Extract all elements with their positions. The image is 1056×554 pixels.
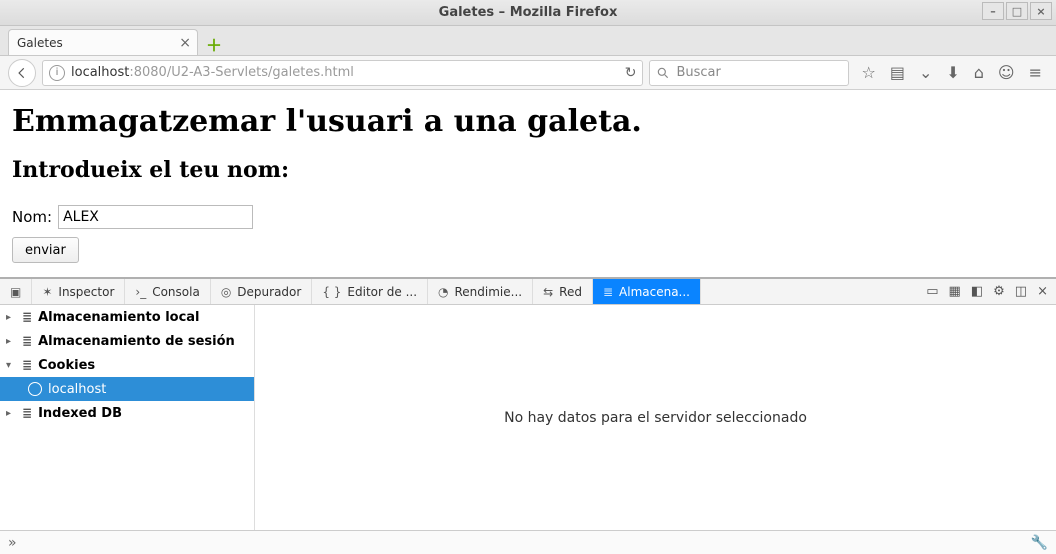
database-icon: ≣: [22, 406, 32, 420]
arrow-left-icon: [15, 66, 29, 80]
globe-icon: [28, 382, 42, 396]
toolbar-icons: ☆ ▤ ⌄ ⬇ ⌂ ☺ ≡: [855, 63, 1048, 82]
responsive-icon[interactable]: ▭: [926, 284, 938, 299]
caret-right-icon: ▸: [6, 408, 16, 419]
devtools-tab-almacena[interactable]: ≣Almacena...: [593, 279, 701, 304]
performance-icon: ◔: [438, 285, 448, 299]
nom-input[interactable]: [58, 205, 253, 229]
tree-local-storage[interactable]: ▸≣Almacenamiento local: [0, 305, 254, 329]
url-text: localhost:8080/U2-A3-Servlets/galetes.ht…: [71, 65, 354, 80]
inspector-icon: ✶: [42, 285, 52, 299]
devtools-footer: » 🔧: [0, 530, 1056, 554]
minimize-button[interactable]: –: [982, 2, 1004, 20]
tree-session-storage[interactable]: ▸≣Almacenamiento de sesión: [0, 329, 254, 353]
database-icon: ≣: [22, 310, 32, 324]
nom-label: Nom:: [12, 208, 52, 226]
home-icon[interactable]: ⌂: [974, 63, 984, 82]
caret-right-icon: ▸: [6, 336, 16, 347]
back-button[interactable]: [8, 59, 36, 87]
toolbox-options-icon[interactable]: 🔧: [1031, 535, 1048, 551]
console-icon: ›_: [135, 285, 146, 299]
library-icon[interactable]: ▤: [890, 63, 905, 82]
storage-main: No hay datos para el servidor selecciona…: [255, 305, 1056, 530]
sidepanel-icon[interactable]: ▦: [949, 284, 961, 299]
console-expand-icon[interactable]: »: [8, 535, 17, 551]
menu-icon[interactable]: ≡: [1029, 63, 1042, 82]
search-bar[interactable]: Buscar: [649, 60, 849, 86]
search-placeholder: Buscar: [676, 65, 720, 80]
database-icon: ≣: [22, 358, 32, 372]
devtools-panel: ▣ ✶Inspector ›_Consola ◎Depurador { }Edi…: [0, 277, 1056, 530]
settings-icon[interactable]: ⚙: [993, 284, 1005, 299]
devtools-body: ▸≣Almacenamiento local ▸≣Almacenamiento …: [0, 305, 1056, 530]
devtools-tab-red[interactable]: ⇆Red: [533, 279, 593, 304]
smiley-icon[interactable]: ☺: [998, 63, 1015, 82]
dock-icon[interactable]: ◧: [971, 284, 983, 299]
caret-down-icon: ▾: [6, 360, 16, 371]
devtools-close-icon[interactable]: ×: [1037, 284, 1048, 299]
devtools-tab-rendimie[interactable]: ◔Rendimie...: [428, 279, 533, 304]
tab-close-icon[interactable]: ×: [179, 35, 191, 51]
site-info-icon[interactable]: i: [49, 65, 65, 81]
window-buttons: – □ ×: [982, 2, 1052, 20]
caret-right-icon: ▸: [6, 312, 16, 323]
submit-button[interactable]: enviar: [12, 237, 79, 263]
page-h1: Emmagatzemar l'usuari a una galeta.: [12, 104, 1044, 139]
window-titlebar: Galetes – Mozilla Firefox – □ ×: [0, 0, 1056, 26]
browser-tab[interactable]: Galetes ×: [8, 29, 198, 55]
debugger-icon: ◎: [221, 285, 231, 299]
browser-tabstrip: Galetes × ＋: [0, 26, 1056, 56]
storage-tree: ▸≣Almacenamiento local ▸≣Almacenamiento …: [0, 305, 255, 530]
window-title: Galetes – Mozilla Firefox: [439, 5, 618, 20]
tree-cookies[interactable]: ▾≣Cookies: [0, 353, 254, 377]
search-icon: [656, 66, 670, 80]
network-icon: ⇆: [543, 285, 553, 299]
database-icon: ≣: [22, 334, 32, 348]
close-button[interactable]: ×: [1030, 2, 1052, 20]
style-editor-icon: { }: [322, 285, 341, 299]
tree-indexed-db[interactable]: ▸≣Indexed DB: [0, 401, 254, 425]
form-row-nom: Nom:: [12, 205, 1044, 229]
devtools-tab-inspector[interactable]: ✶Inspector: [32, 279, 125, 304]
devtools-tab-depurador[interactable]: ◎Depurador: [211, 279, 313, 304]
page-content: Emmagatzemar l'usuari a una galeta. Intr…: [0, 90, 1056, 277]
devtools-right-icons: ▭ ▦ ◧ ⚙ ◫ ×: [918, 279, 1056, 304]
pocket-icon[interactable]: ⌄: [919, 63, 932, 82]
tab-label: Galetes: [17, 36, 63, 50]
downloads-icon[interactable]: ⬇: [946, 63, 959, 82]
maximize-button[interactable]: □: [1006, 2, 1028, 20]
empty-state-text: No hay datos para el servidor selecciona…: [504, 410, 807, 426]
devtools-iframe-picker[interactable]: ▣: [0, 279, 32, 304]
new-tab-button[interactable]: ＋: [202, 33, 226, 55]
url-bar[interactable]: i localhost:8080/U2-A3-Servlets/galetes.…: [42, 60, 643, 86]
frame-select-icon: ▣: [10, 285, 21, 299]
popout-icon[interactable]: ◫: [1015, 284, 1027, 299]
navigation-toolbar: i localhost:8080/U2-A3-Servlets/galetes.…: [0, 56, 1056, 90]
tree-cookies-host[interactable]: localhost: [0, 377, 254, 401]
devtools-tab-consola[interactable]: ›_Consola: [125, 279, 210, 304]
storage-icon: ≣: [603, 285, 613, 299]
page-h2: Introdueix el teu nom:: [12, 157, 1044, 183]
devtools-tabbar: ▣ ✶Inspector ›_Consola ◎Depurador { }Edi…: [0, 279, 1056, 305]
reload-icon[interactable]: ↻: [625, 65, 637, 81]
devtools-tab-editor[interactable]: { }Editor de ...: [312, 279, 428, 304]
bookmark-star-icon[interactable]: ☆: [861, 63, 875, 82]
